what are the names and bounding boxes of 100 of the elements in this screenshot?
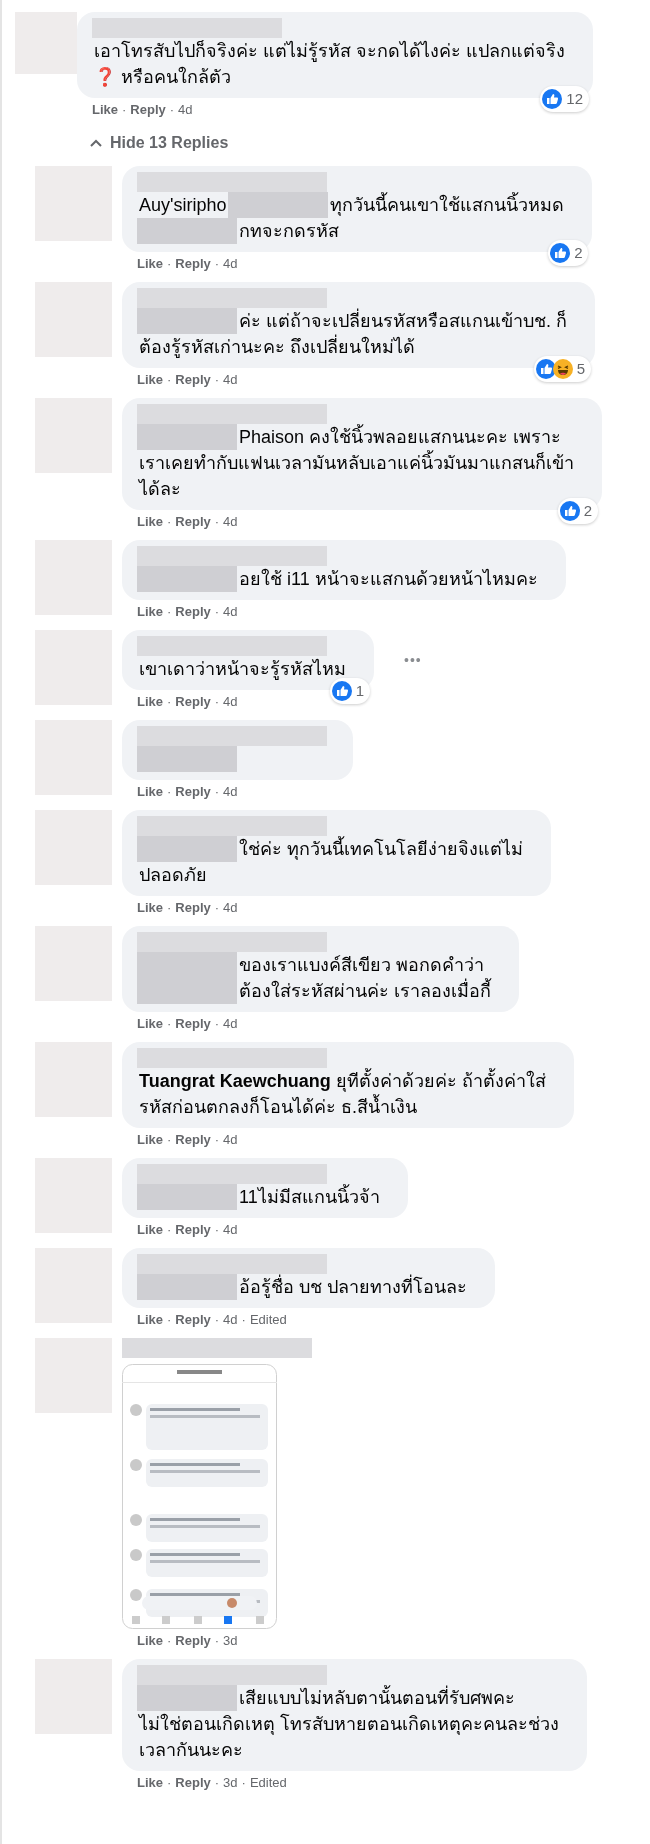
comment-action-link[interactable]: Reply <box>175 1632 211 1650</box>
separator-dot: · <box>167 1131 172 1149</box>
comment-text: ปลอดภัย <box>138 864 208 887</box>
separator-dot: · <box>167 371 172 389</box>
comment-action-link[interactable]: Reply <box>175 1311 211 1329</box>
comment-action-link[interactable]: Like <box>137 1632 163 1650</box>
comment-meta-text: 3d <box>223 1632 238 1650</box>
separator-dot: · <box>167 1015 172 1033</box>
comment-action-link[interactable]: Reply <box>175 513 211 531</box>
separator-dot: · <box>167 1774 172 1792</box>
comment-action-link[interactable]: Reply <box>175 1015 211 1033</box>
comment-text: กทจะกดรหัส <box>238 220 340 243</box>
comment-meta-text: 4d <box>223 1131 238 1149</box>
comment-text: เขาเดาว่าหน้าจะรู้รหัสไหม <box>138 658 347 682</box>
comment-action-link[interactable]: Reply <box>175 783 211 801</box>
separator-dot: · <box>214 1015 220 1033</box>
comment-action-link[interactable]: Like <box>137 1131 163 1149</box>
more-options-button[interactable]: ••• <box>404 649 422 671</box>
comment-action-link[interactable]: Like <box>137 513 163 531</box>
separator-dot: · <box>167 1221 172 1239</box>
comment-action-link[interactable]: Reply <box>175 603 211 621</box>
reaction-count: 2 <box>583 500 592 521</box>
comment-text: รหัสก่อนตกลงก็โอนได้ค่ะ ธ.สีน้ำเงิน <box>137 1094 419 1120</box>
separator-dot: · <box>122 101 127 119</box>
separator-dot: · <box>214 1632 220 1650</box>
reaction-count: 12 <box>566 88 583 109</box>
comment-meta-text: 4d <box>223 255 238 273</box>
comment-meta-text: 3d <box>223 1774 238 1792</box>
comment-action-link[interactable]: Like <box>137 1221 163 1239</box>
comment-text: Auy'siripho <box>138 194 228 217</box>
caret-icon <box>90 139 102 147</box>
separator-dot: · <box>167 693 172 711</box>
comment-meta-text: 4d <box>223 693 238 711</box>
comment-action-link[interactable]: Like <box>137 371 163 389</box>
separator-dot: · <box>214 1774 220 1792</box>
separator-dot: · <box>214 1311 220 1329</box>
separator-dot: · <box>167 1632 172 1650</box>
comment-action-link[interactable]: Like <box>137 899 163 917</box>
comment-action-link[interactable]: Like <box>137 1015 163 1033</box>
separator-dot: · <box>169 101 175 119</box>
comment-text: เวลากันนะคะ <box>138 1739 244 1762</box>
comment-meta-text: 4d <box>223 603 238 621</box>
comment-meta-text: 4d <box>178 101 193 119</box>
separator-dot: · <box>214 1131 220 1149</box>
comment-action-link[interactable]: Reply <box>175 371 211 389</box>
comment-text: ของเราแบงค์สีเขียว พอกดคำว่า <box>238 954 485 977</box>
reaction-count: 1 <box>355 680 364 701</box>
comment-text: ❓ หรือคนใกล้ตัว <box>93 65 232 89</box>
comment-text: Tuangrat Kaewchuang ยุทีตั้งค่าด้วยค่ะ ถ้าตั้งค่าใส่ <box>137 1068 548 1094</box>
separator-dot: · <box>214 603 220 621</box>
separator-dot: · <box>241 1311 246 1329</box>
separator-dot: · <box>214 371 220 389</box>
hide-replies-button[interactable]: Hide 13 Replies <box>90 131 650 155</box>
comment-meta-text: 4d <box>223 899 238 917</box>
separator-dot: · <box>214 783 220 801</box>
separator-dot: · <box>214 255 220 273</box>
comment-action-link[interactable]: Like <box>137 1311 163 1329</box>
separator-dot: · <box>167 255 172 273</box>
comment-text: ต้องรู้รหัสเก่านะคะ ถึงเปลี่ยนใหม่ได้ <box>137 334 417 360</box>
comment-action-link[interactable]: Like <box>137 693 163 711</box>
comment-action-link[interactable]: Like <box>137 603 163 621</box>
comment-action-link[interactable]: Reply <box>175 255 211 273</box>
comment-meta-text: 4d <box>223 513 238 531</box>
comment-action-link[interactable]: Like <box>137 255 163 273</box>
comment-meta-text: 4d <box>223 1015 238 1033</box>
comment-text: ใช่ค่ะ ทุกวันนี้เทคโนโลยีง่ายจิงแต่ไม่ <box>237 836 525 862</box>
comment-text: ทุกวันนี้คนเขาใช้แสกนนิ้วหมด <box>328 192 567 218</box>
comment-text: ต้องใส่ระหัสผ่านค่ะ เราลองเมื่อกี้ <box>237 978 493 1004</box>
comment-meta-text: Edited <box>249 1774 287 1792</box>
comment-meta-text: Edited <box>249 1311 287 1329</box>
comment-meta-text: 4d <box>223 1311 238 1329</box>
comment-text: ค่ะ แต่ถ้าจะเปลี่ยนรหัสหรือสแกนเข้าบช. ก็ <box>237 308 569 334</box>
comment-text: Phaison คงใช้นิ้วพลอยแสกนนะคะ เพราะ <box>237 424 564 450</box>
separator-dot: · <box>167 783 172 801</box>
comment-text: ได้ละ <box>137 478 182 501</box>
comment-text: ไม่ใช่ตอนเกิดเหตุ โทรสับหายตอนเกิดเหตุคะคนละช่วง <box>137 1712 560 1737</box>
comment-text: 11ไม่มีสแกนนิ้วจ้า <box>237 1184 382 1210</box>
reaction-count: 5 <box>576 358 585 379</box>
comment-meta-text: 4d <box>223 371 238 389</box>
comment-meta-text: 4d <box>223 1221 238 1239</box>
comment-action-link[interactable]: Like <box>137 783 163 801</box>
comment-action-link[interactable]: Reply <box>175 1131 211 1149</box>
comment-text: เราเคยทำกับแฟนเวลามันหลับเอาแค่นิ้วมันมาแกสนก็เข้า <box>137 450 576 476</box>
comment-action-link[interactable]: Reply <box>175 1221 211 1239</box>
comment-action-link[interactable]: Reply <box>175 899 211 917</box>
comment-meta-text: 4d <box>223 783 238 801</box>
separator-dot: · <box>214 1221 220 1239</box>
comment-text: อยใช้ i11 หน้าจะแสกนด้วยหน้าไหมคะ <box>238 567 539 591</box>
comment-action-link[interactable]: Reply <box>175 1774 211 1792</box>
separator-dot: · <box>214 513 220 531</box>
separator-dot: · <box>167 899 172 917</box>
comment-text: เอาโทรสับไปก็จริงค่ะ แต่ไม่รู้รหัส จะกดได้ไงค่ะ แปลกแต่จริง <box>93 39 566 64</box>
separator-dot: · <box>167 513 172 531</box>
comment-action-link[interactable]: Like <box>137 1774 163 1792</box>
comment-action-link[interactable]: Reply <box>175 693 211 711</box>
separator-dot: · <box>214 693 220 711</box>
comment-action-link[interactable]: Reply <box>130 101 166 119</box>
comment-text: เสียแบบไม่หลับตานั้นตอนที่รับศพคะ <box>237 1685 517 1711</box>
comment-action-link[interactable]: Like <box>92 101 118 119</box>
reaction-count: 2 <box>574 242 583 263</box>
